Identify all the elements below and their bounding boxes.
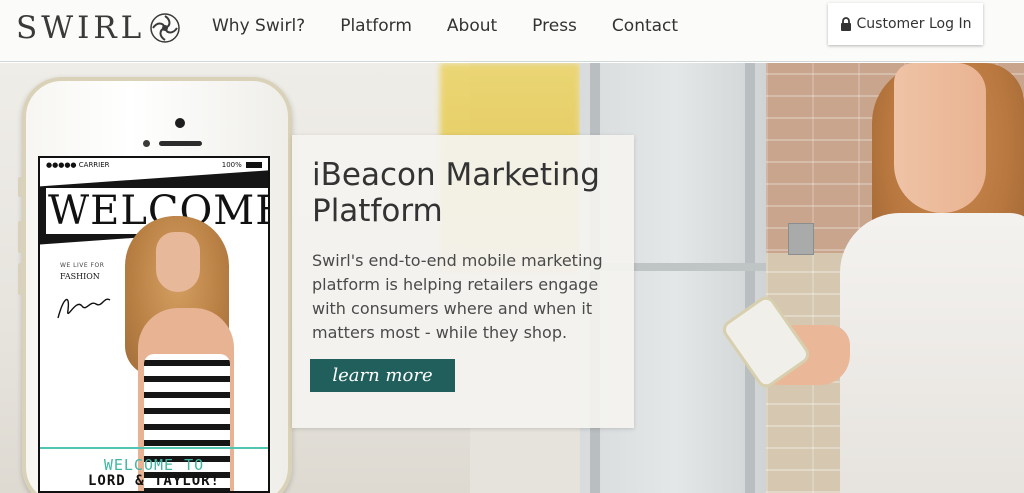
customer-login-button[interactable]: Customer Log In: [828, 3, 983, 45]
hero-card: iBeacon Marketing Platform Swirl's end-t…: [292, 135, 634, 428]
hero-description: Swirl's end-to-end mobile marketing plat…: [312, 251, 603, 342]
learn-more-button[interactable]: learn more: [310, 359, 455, 392]
hero-title: iBeacon Marketing Platform: [312, 157, 600, 229]
main-nav: Why Swirl? Platform About Press Contact: [212, 0, 713, 52]
phone-side-button: [18, 263, 24, 295]
door-frame: [745, 63, 755, 493]
customer-login-label: Customer Log In: [856, 16, 972, 32]
logo-text: SWIRL: [16, 10, 146, 46]
nav-item-platform[interactable]: Platform: [340, 16, 412, 36]
battery-status: 100%: [222, 161, 262, 169]
phone-side-button: [18, 221, 24, 253]
phone-side-button: [18, 177, 24, 197]
battery-icon: [246, 162, 262, 168]
lock-icon: [840, 17, 851, 31]
wall-sensor-box: [788, 223, 814, 255]
logo[interactable]: SWIRL: [16, 11, 181, 45]
hero-section: ●●●●● CARRIER 100% WELCOME WE LIVE FOR F…: [0, 63, 1024, 493]
phone-camera: [175, 118, 185, 128]
screen-divider: [40, 447, 268, 449]
phone-screen: ●●●●● CARRIER 100% WELCOME WE LIVE FOR F…: [38, 156, 270, 493]
carrier-text: ●●●●● CARRIER: [46, 161, 110, 169]
nav-item-why-swirl[interactable]: Why Swirl?: [212, 16, 305, 36]
battery-text: 100%: [221, 161, 242, 169]
phone-sensor: [143, 140, 150, 147]
screen-store-name: LORD & TAYLOR!: [87, 473, 220, 489]
screen-welcome-to: WELCOME TO: [103, 456, 205, 474]
site-header: SWIRL Why Swirl? Platform About Press Co…: [0, 0, 1024, 62]
nav-item-about[interactable]: About: [447, 16, 497, 36]
swirl-logo-icon: [150, 13, 181, 43]
woman-face: [894, 63, 986, 213]
nav-item-contact[interactable]: Contact: [612, 16, 678, 36]
phone-speaker: [159, 141, 202, 146]
nav-item-press[interactable]: Press: [532, 16, 577, 36]
phone-status-bar: ●●●●● CARRIER 100%: [40, 158, 268, 172]
screen-tagline: WE LIVE FOR: [60, 262, 105, 269]
lord-taylor-signature-icon: [57, 298, 111, 319]
screen-tagline-bold: FASHION: [60, 272, 100, 281]
woman-coat: [840, 213, 1024, 493]
model-face: [156, 232, 200, 292]
